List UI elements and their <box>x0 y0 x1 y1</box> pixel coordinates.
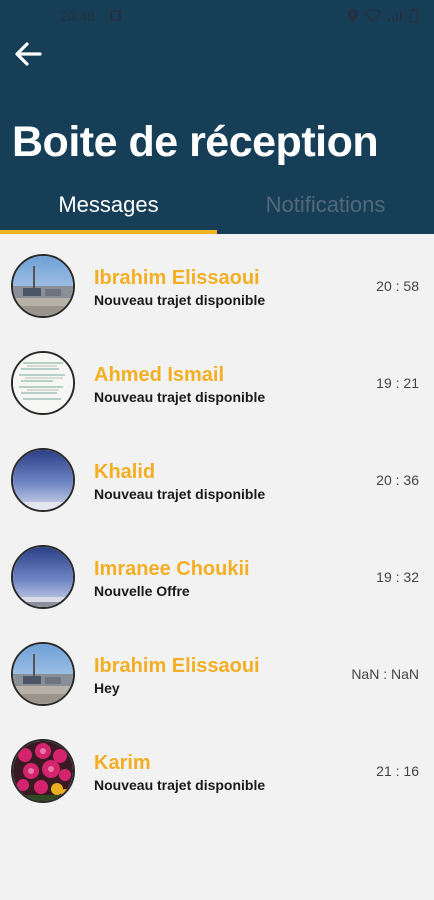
avatar <box>11 642 75 706</box>
message-time: 20 : 58 <box>376 278 419 294</box>
tab-bar: Messages Notifications <box>0 186 434 234</box>
status-time: 20:48 <box>60 8 96 24</box>
status-icons <box>347 8 418 28</box>
message-item[interactable]: Karim Nouveau trajet disponible 21 : 16 <box>0 719 434 816</box>
message-preview: Hey <box>94 680 120 696</box>
message-preview: Nouvelle Offre <box>94 583 190 599</box>
message-preview: Nouveau trajet disponible <box>94 292 266 308</box>
arrow-left-icon <box>15 42 42 66</box>
status-bar: 20:48 <box>0 0 434 32</box>
avatar <box>11 545 75 609</box>
message-item[interactable]: Imranee Choukii Nouvelle Offre 19 : 32 <box>0 525 434 622</box>
contact-name: Ibrahim Elissaoui <box>94 655 260 677</box>
contact-name: Karim <box>94 752 151 774</box>
message-preview: Nouveau trajet disponible <box>94 777 266 793</box>
message-preview: Nouveau trajet disponible <box>94 486 266 502</box>
message-item[interactable]: Khalid Nouveau trajet disponible 20 : 36 <box>0 428 434 525</box>
page-title: Boite de réception <box>12 118 379 166</box>
message-item[interactable]: Ibrahim Elissaoui Hey NaN : NaN <box>0 622 434 719</box>
battery-icon <box>409 8 418 28</box>
contact-name: Khalid <box>94 461 156 483</box>
contact-name: Ibrahim Elissaoui <box>94 267 260 289</box>
back-button[interactable] <box>12 38 44 70</box>
avatar <box>11 739 75 803</box>
avatar <box>11 254 75 318</box>
contact-name: Imranee Choukii <box>94 558 250 580</box>
message-preview: Nouveau trajet disponible <box>94 389 266 405</box>
avatar <box>11 448 75 512</box>
message-time: 19 : 32 <box>376 569 419 585</box>
message-time: NaN : NaN <box>351 666 419 682</box>
tab-notifications[interactable]: Notifications <box>217 186 434 234</box>
message-item[interactable]: Ahmed Ismail Nouveau trajet disponible 1… <box>0 331 434 428</box>
message-time: 21 : 16 <box>376 763 419 779</box>
wifi-icon <box>364 8 382 28</box>
contact-name: Ahmed Ismail <box>94 364 225 386</box>
message-time: 20 : 36 <box>376 472 419 488</box>
location-icon <box>347 8 359 28</box>
message-time: 19 : 21 <box>376 375 419 391</box>
signal-icon <box>387 9 403 28</box>
tab-messages[interactable]: Messages <box>0 186 217 234</box>
notification-icon <box>110 10 121 21</box>
app-header: 20:48 Boite de réception Messages Notifi… <box>0 0 434 234</box>
message-item[interactable]: Ibrahim Elissaoui Nouveau trajet disponi… <box>0 234 434 331</box>
avatar <box>11 351 75 415</box>
